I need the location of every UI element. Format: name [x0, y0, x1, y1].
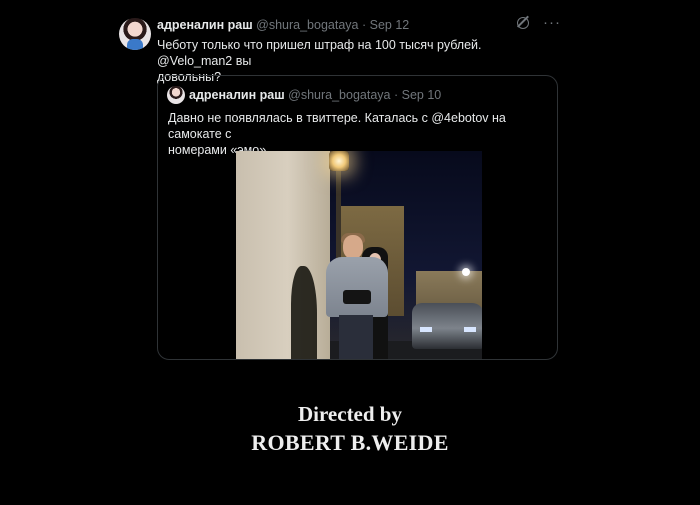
quoted-author-name: адреналин раш	[189, 88, 285, 102]
tweet-photo[interactable]	[236, 151, 482, 359]
photo-car	[412, 303, 482, 349]
tweet-actions: ···	[517, 15, 561, 30]
separator: ·	[393, 88, 399, 102]
photo-person-man	[321, 233, 391, 359]
photo-shadow	[291, 266, 317, 359]
quoted-tweet-header: адреналин раш @shura_bogataya · Sep 10	[189, 88, 441, 102]
photo-streetlight	[462, 268, 470, 276]
tweet-header: адреналин раш @shura_bogataya · Sep 12	[157, 18, 409, 32]
credits-overlay: Directed by ROBERT B.WEIDE	[0, 400, 700, 458]
separator: ·	[361, 18, 367, 32]
quoted-tweet[interactable]: адреналин раш @shura_bogataya · Sep 10 Д…	[157, 75, 558, 360]
quoted-tweet-date: Sep 10	[401, 88, 442, 102]
more-icon[interactable]: ···	[543, 15, 561, 30]
tweet-text-line1: Чеботу только что пришел штраф на 100 ты…	[157, 38, 482, 68]
quoted-text-line1: Давно не появлялась в твиттере. Каталась…	[168, 111, 506, 141]
tweet-date[interactable]: Sep 12	[370, 18, 410, 32]
author-avatar[interactable]	[119, 18, 151, 50]
credits-line1: Directed by	[297, 402, 402, 426]
quoted-author-avatar	[167, 86, 185, 104]
photo-lamp	[329, 151, 349, 171]
credits-line2: ROBERT B.WEIDE	[251, 430, 449, 455]
author-handle[interactable]: @shura_bogataya	[256, 18, 358, 32]
grok-icon[interactable]	[517, 17, 529, 29]
author-name[interactable]: адреналин раш	[157, 18, 253, 32]
quoted-author-handle: @shura_bogataya	[288, 88, 391, 102]
